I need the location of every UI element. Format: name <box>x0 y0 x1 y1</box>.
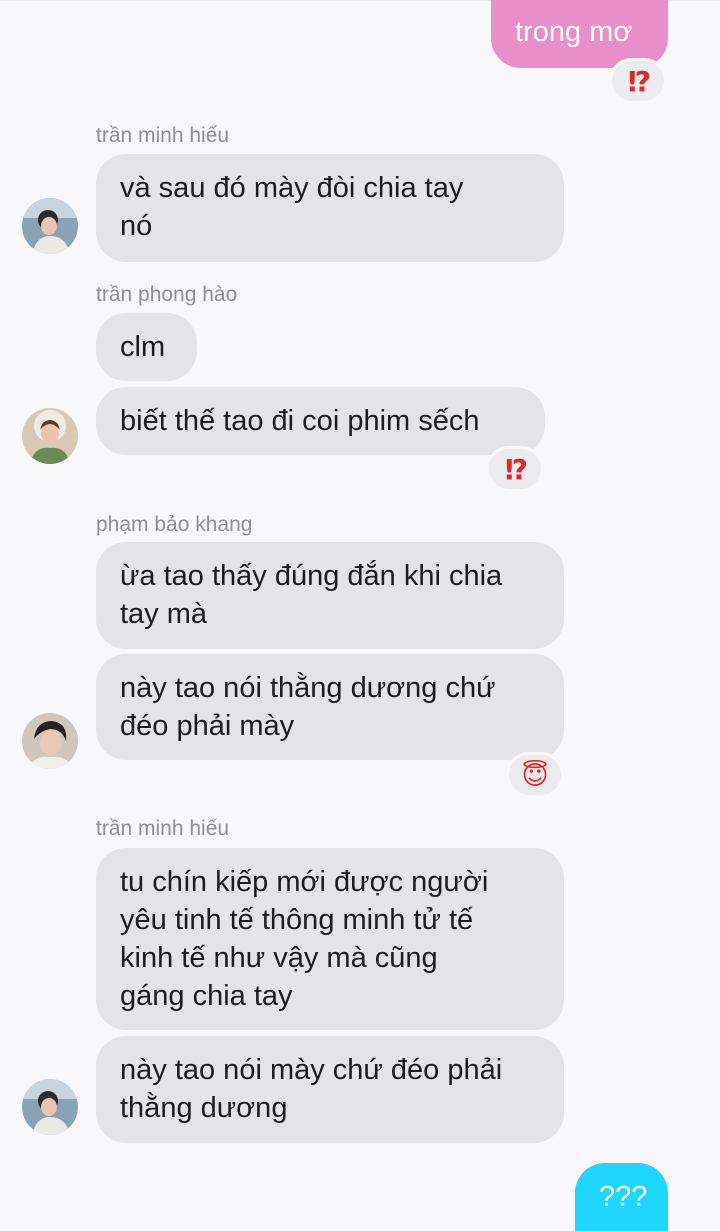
avatar[interactable] <box>22 1079 78 1135</box>
angel-face-reaction-icon[interactable]: 😇 <box>506 752 564 798</box>
sent-message-bubble[interactable]: ??? <box>575 1163 668 1231</box>
avatar[interactable] <box>22 408 78 464</box>
received-message-bubble[interactable]: ừa tao thấy đúng đắn khi chia tay mà <box>96 542 564 649</box>
sender-name: trần phong hào <box>96 283 238 306</box>
received-message-bubble[interactable]: này tao nói mày chứ đéo phải thằng dương <box>96 1036 564 1143</box>
interrobang-reaction-icon[interactable]: ⁉ <box>609 58 667 104</box>
avatar[interactable] <box>22 198 78 254</box>
received-message-bubble[interactable]: clm <box>96 313 197 381</box>
avatar[interactable] <box>22 713 78 769</box>
interrobang-reaction-icon[interactable]: ⁉ <box>486 446 544 492</box>
sender-name: trần minh hiếu <box>96 817 230 840</box>
sender-name: phạm bảo khang <box>96 513 253 536</box>
received-message-bubble[interactable]: và sau đó mày đòi chia tay nó <box>96 154 564 262</box>
sender-name: trần minh hiếu <box>96 124 230 147</box>
received-message-bubble[interactable]: này tao nói thằng dương chứ đéo phải mày <box>96 654 564 760</box>
received-message-bubble[interactable]: biết thế tao đi coi phim sếch <box>96 387 545 455</box>
received-message-bubble[interactable]: tu chín kiếp mới được người yêu tinh tế … <box>96 848 564 1030</box>
